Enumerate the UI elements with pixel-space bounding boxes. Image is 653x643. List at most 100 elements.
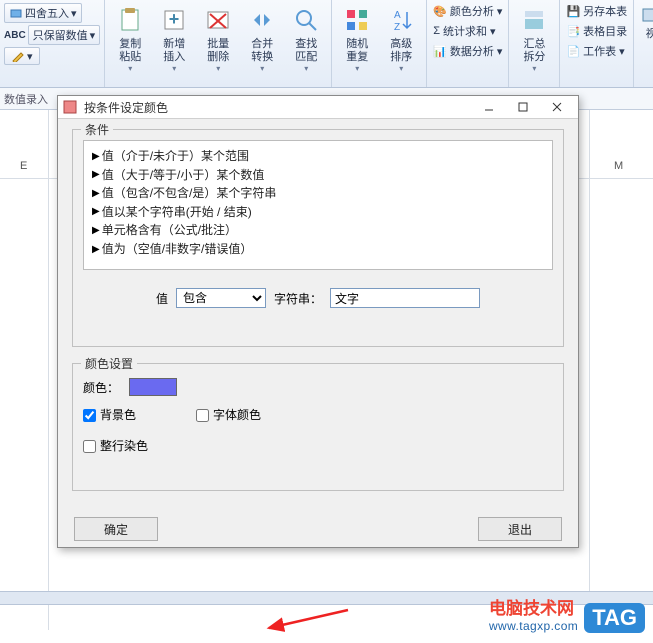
condition-item[interactable]: ▶值为（空值/非数字/错误值） — [92, 240, 544, 259]
condition-input-row: 值 包含 字符串： — [83, 288, 553, 308]
chevron-down-icon: ▾ — [90, 29, 96, 42]
triangle-icon: ▶ — [92, 186, 100, 202]
view-button[interactable]: 视 — [638, 2, 653, 43]
svg-text:+: + — [169, 9, 180, 29]
ribbon-group-sort: 随机 重复▾ AZ 高级 排序▾ — [332, 0, 427, 87]
abc-label: ABC — [4, 30, 26, 41]
condition-group-title: 条件 — [81, 121, 113, 138]
name-box[interactable]: 数值录入 — [4, 91, 48, 107]
round-button[interactable]: 四舍五入 ▾ — [4, 3, 82, 23]
advanced-sort-button[interactable]: AZ 高级 排序▾ — [380, 2, 422, 75]
string-label: 字符串： — [274, 290, 322, 307]
ribbon: 四舍五入 ▾ ABC 只保留数值 ▾ ▾ 复制 粘贴▾ + — [0, 0, 653, 88]
dialog-title: 按条件设定颜色 — [84, 99, 472, 116]
triangle-icon: ▶ — [92, 242, 100, 258]
delete-batch-icon — [202, 4, 234, 36]
condition-item[interactable]: ▶单元格含有（公式/批注） — [92, 221, 544, 240]
chevron-down-icon: ▾ — [260, 64, 264, 73]
clipboard-icon — [114, 4, 146, 36]
whole-row-checkbox[interactable]: 整行染色 — [83, 439, 148, 453]
watermark-url: www.tagxp.com — [489, 619, 578, 633]
dialog-titlebar[interactable]: 按条件设定颜色 — [58, 96, 578, 119]
palette-icon: 🎨 — [433, 5, 447, 18]
random-repeat-button[interactable]: 随机 重复▾ — [336, 2, 378, 75]
chevron-down-icon: ▾ — [619, 45, 625, 58]
chevron-down-icon: ▾ — [216, 64, 220, 73]
worksheet-button[interactable]: 📄工作表 ▾ — [564, 42, 629, 60]
list-icon: 📑 — [566, 25, 580, 38]
color-group-title: 颜色设置 — [81, 355, 137, 372]
cancel-button[interactable]: 退出 — [478, 517, 562, 541]
save-icon: 💾 — [566, 5, 580, 18]
chevron-down-icon: ▾ — [355, 64, 359, 73]
chevron-down-icon: ▾ — [304, 64, 308, 73]
chevron-down-icon: ▾ — [128, 64, 132, 73]
col-header-e[interactable]: E — [20, 160, 27, 172]
chart-icon: 📊 — [433, 45, 447, 58]
form-list-button[interactable]: 📑表格目录 — [564, 22, 629, 40]
color-swatch[interactable] — [129, 378, 177, 396]
merge-convert-button[interactable]: 合并 转换▾ — [241, 2, 283, 75]
stats-sum-button[interactable]: Σ统计求和 ▾ — [431, 22, 504, 40]
chevron-down-icon: ▾ — [399, 64, 403, 73]
font-color-checkbox[interactable]: 字体颜色 — [196, 406, 261, 423]
summary-split-button[interactable]: 汇总 拆分▾ — [513, 2, 555, 75]
copy-paste-button[interactable]: 复制 粘贴▾ — [109, 2, 151, 75]
new-insert-button[interactable]: + 新增 插入▾ — [153, 2, 195, 75]
round-icon — [9, 6, 23, 20]
condition-item[interactable]: ▶值以某个字符串(开始 / 结束) — [92, 203, 544, 222]
condition-item[interactable]: ▶值（包含/不包含/是）某个字符串 — [92, 184, 544, 203]
maximize-button[interactable] — [506, 96, 540, 118]
condition-group: 条件 ▶值（介于/未介于）某个范围 ▶值（大于/等于/小于）某个数值 ▶值（包含… — [72, 129, 564, 347]
watermark-tag: TAG — [584, 603, 645, 633]
view-icon — [640, 4, 653, 26]
string-input[interactable] — [330, 288, 480, 308]
pen-button[interactable]: ▾ — [4, 47, 40, 65]
chevron-down-icon: ▾ — [490, 25, 496, 38]
ribbon-group-summary: 汇总 拆分▾ — [509, 0, 560, 87]
random-icon — [341, 4, 373, 36]
data-analysis-button[interactable]: 📊数据分析 ▾ — [431, 42, 504, 60]
triangle-icon: ▶ — [92, 223, 100, 239]
watermark: 电脑技术网 www.tagxp.com TAG — [489, 594, 645, 633]
triangle-icon: ▶ — [92, 149, 100, 165]
batch-delete-button[interactable]: 批量 删除▾ — [197, 2, 239, 75]
bg-color-checkbox[interactable]: 背景色 — [83, 406, 136, 423]
summary-icon — [518, 4, 550, 36]
ribbon-group-edit: 复制 粘贴▾ + 新增 插入▾ 批量 删除▾ 合并 转换▾ 查找 匹配▾ — [105, 0, 332, 87]
col-header-m[interactable]: M — [614, 160, 623, 172]
condition-list[interactable]: ▶值（介于/未介于）某个范围 ▶值（大于/等于/小于）某个数值 ▶值（包含/不包… — [83, 140, 553, 270]
color-analysis-button[interactable]: 🎨颜色分析 ▾ — [431, 2, 504, 20]
chevron-down-icon: ▾ — [532, 64, 536, 73]
keep-value-button[interactable]: 只保留数值 ▾ — [28, 25, 101, 45]
svg-text:A: A — [394, 10, 401, 21]
condition-item[interactable]: ▶值（介于/未介于）某个范围 — [92, 147, 544, 166]
condition-item[interactable]: ▶值（大于/等于/小于）某个数值 — [92, 166, 544, 185]
condition-color-dialog: 按条件设定颜色 条件 ▶值（介于/未介于）某个范围 ▶值（大于/等于/小于）某个… — [57, 95, 579, 548]
value-combo[interactable]: 包含 — [176, 288, 266, 308]
svg-text:Z: Z — [394, 22, 400, 33]
keep-value-label: 只保留数值 — [33, 27, 88, 43]
dialog-body: 条件 ▶值（介于/未介于）某个范围 ▶值（大于/等于/小于）某个数值 ▶值（包含… — [58, 119, 578, 553]
ribbon-sheet-menu: 💾另存本表 📑表格目录 📄工作表 ▾ — [560, 0, 634, 87]
watermark-title: 电脑技术网 — [489, 594, 578, 619]
merge-icon — [246, 4, 278, 36]
chevron-down-icon: ▾ — [497, 45, 503, 58]
close-button[interactable] — [540, 96, 574, 118]
pen-icon — [11, 49, 25, 63]
chevron-down-icon: ▾ — [71, 7, 77, 20]
find-match-button[interactable]: 查找 匹配▾ — [285, 2, 327, 75]
ribbon-left-group: 四舍五入 ▾ ABC 只保留数值 ▾ ▾ — [0, 0, 105, 87]
round-label: 四舍五入 — [25, 5, 69, 21]
save-as-table-button[interactable]: 💾另存本表 — [564, 2, 629, 20]
color-group: 颜色设置 颜色： 背景色 字体颜色 整行染色 — [72, 363, 564, 491]
sheet-icon: 📄 — [566, 45, 580, 58]
dialog-app-icon — [62, 99, 78, 115]
chevron-down-icon: ▾ — [497, 5, 503, 18]
minimize-button[interactable] — [472, 96, 506, 118]
ok-button[interactable]: 确定 — [74, 517, 158, 541]
value-label: 值 — [156, 290, 168, 307]
sort-icon: AZ — [385, 4, 417, 36]
triangle-icon: ▶ — [92, 204, 100, 220]
triangle-icon: ▶ — [92, 167, 100, 183]
